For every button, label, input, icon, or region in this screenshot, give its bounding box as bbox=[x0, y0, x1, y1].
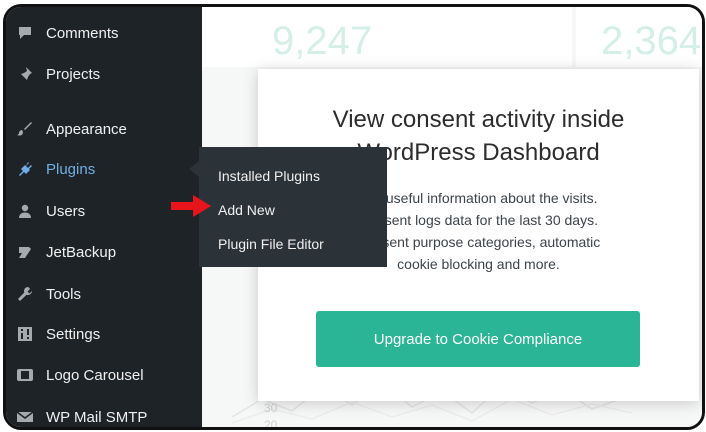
screenshot-frame: 9,247 2,364 30 20 Comments Projects Appe… bbox=[3, 4, 705, 430]
carousel-icon bbox=[16, 366, 34, 384]
jetbackup-icon bbox=[16, 243, 34, 261]
sidebar-item-tools[interactable]: Tools bbox=[6, 276, 202, 312]
sidebar-item-label: Tools bbox=[46, 285, 82, 303]
sidebar-item-projects[interactable]: Projects bbox=[6, 56, 202, 92]
stat-value-right: 2,364 bbox=[601, 19, 702, 63]
sidebar-item-plugins[interactable]: Plugins bbox=[6, 151, 202, 187]
flyout-pointer bbox=[189, 161, 199, 177]
comments-icon bbox=[16, 24, 34, 42]
mail-icon bbox=[16, 408, 34, 426]
sidebar-item-label: Comments bbox=[46, 24, 119, 42]
sidebar-item-label: JetBackup bbox=[46, 243, 117, 261]
stat-card-left: 9,247 bbox=[202, 7, 572, 67]
submenu-item-installed-plugins[interactable]: Installed Plugins bbox=[218, 168, 320, 184]
sidebar-item-label: Plugins bbox=[46, 160, 96, 178]
stat-card-right: 2,364 bbox=[576, 7, 702, 67]
submenu-item-plugin-file-editor[interactable]: Plugin File Editor bbox=[218, 236, 324, 252]
plugin-icon bbox=[16, 160, 34, 178]
plugins-submenu: Installed Plugins Add New Plugin File Ed… bbox=[199, 147, 387, 267]
axis-label: 30 bbox=[264, 401, 278, 415]
sidebar-item-logo-carousel[interactable]: Logo Carousel bbox=[6, 357, 202, 393]
sidebar-item-label: Settings bbox=[46, 325, 101, 343]
red-arrow-icon bbox=[171, 195, 211, 217]
upgrade-button[interactable]: Upgrade to Cookie Compliance bbox=[316, 311, 640, 367]
settings-icon bbox=[16, 325, 34, 343]
paintbrush-icon bbox=[16, 120, 34, 138]
submenu-item-add-new[interactable]: Add New bbox=[218, 202, 275, 218]
wrench-icon bbox=[16, 285, 34, 303]
sidebar-item-appearance[interactable]: Appearance bbox=[6, 111, 202, 147]
modal-title-line: View consent activity inside bbox=[332, 106, 625, 133]
pin-icon bbox=[16, 65, 34, 83]
sidebar-item-settings[interactable]: Settings bbox=[6, 316, 202, 352]
sidebar-item-label: WP Mail SMTP bbox=[46, 408, 148, 426]
sidebar-item-jetbackup[interactable]: JetBackup bbox=[6, 234, 202, 270]
sidebar-item-comments[interactable]: Comments bbox=[6, 15, 202, 51]
axis-label: 20 bbox=[264, 418, 278, 430]
admin-sidebar: Comments Projects Appearance Plugins Use… bbox=[6, 7, 202, 427]
stat-value-left: 9,247 bbox=[272, 19, 373, 63]
users-icon bbox=[16, 202, 34, 220]
sidebar-item-label: Appearance bbox=[46, 120, 127, 138]
sidebar-item-wp-mail-smtp[interactable]: WP Mail SMTP bbox=[6, 399, 202, 427]
sidebar-item-label: Projects bbox=[46, 65, 101, 83]
sidebar-item-label: Users bbox=[46, 202, 86, 220]
sidebar-item-label: Logo Carousel bbox=[46, 366, 144, 384]
